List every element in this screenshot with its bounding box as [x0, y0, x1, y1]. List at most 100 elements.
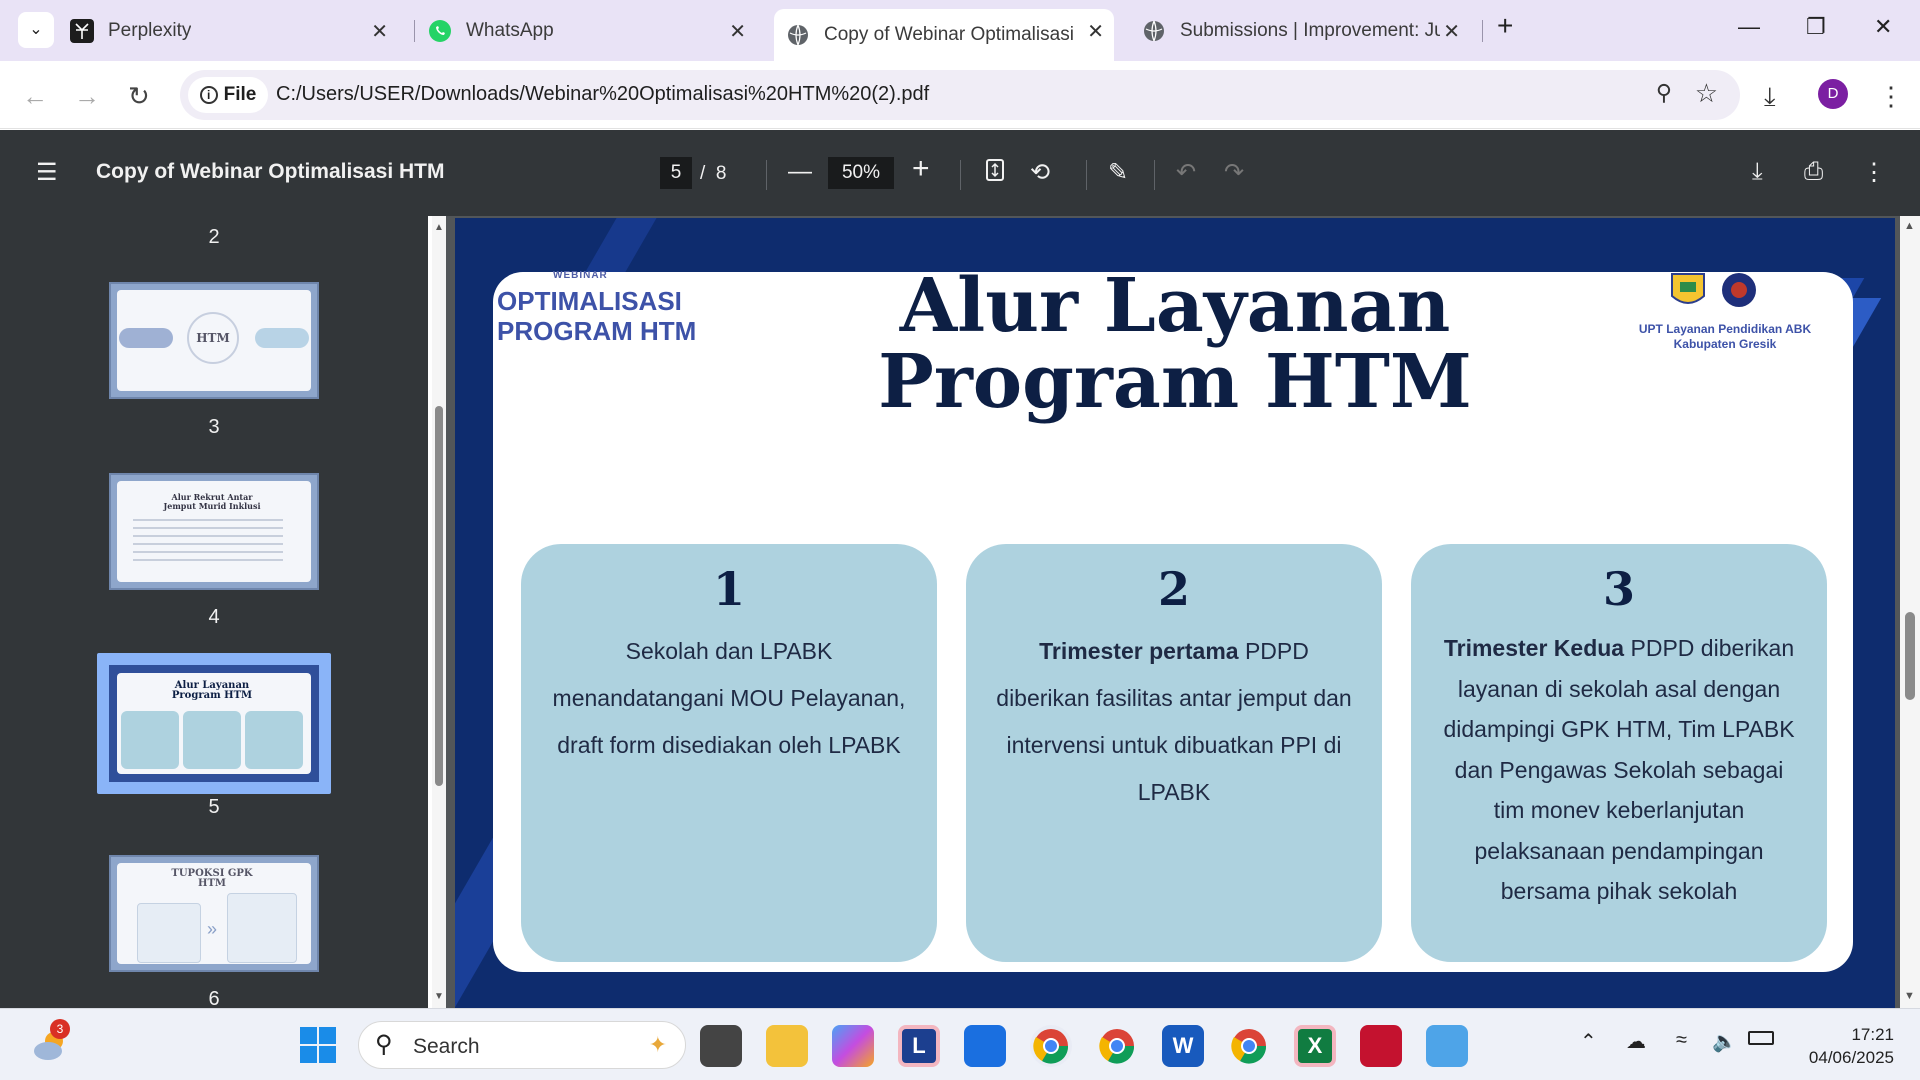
thumb-title: Alur Layanan Program HTM [171, 680, 253, 701]
thumbnail-page-5[interactable]: Alur Layanan Program HTM [109, 665, 319, 782]
tab-webinar-pdf[interactable]: Copy of Webinar Optimalisasi H ✕ [774, 9, 1114, 61]
close-tab-icon[interactable]: ✕ [1087, 19, 1104, 44]
tab-search-chevron-icon[interactable]: ⌄ [18, 12, 54, 48]
document-title: Copy of Webinar Optimalisasi HTM [96, 160, 445, 183]
tab-title: Submissions | Improvement: Jur [1180, 20, 1440, 41]
windows-start-icon[interactable] [300, 1027, 336, 1068]
new-tab-icon[interactable]: + [1497, 10, 1513, 42]
page-separator: / [700, 163, 706, 184]
thumbnail-page-number: 5 [208, 796, 220, 818]
thumbnail-page-4[interactable]: Alur Rekrut Antar Jemput Murid Inklusi [109, 473, 319, 590]
step-number: 1 [712, 562, 745, 616]
word-icon[interactable]: W [1162, 1025, 1204, 1067]
thumb-title: HTM [187, 312, 239, 364]
thumbnail-page-number: 4 [208, 606, 220, 628]
close-window-icon[interactable]: ✕ [1874, 14, 1892, 40]
tab-strip: ⌄ Perplexity ✕ WhatsApp ✕ Copy of Webina… [0, 0, 1920, 61]
thumbnail-page-number: 6 [208, 988, 220, 1008]
tab-title: Copy of Webinar Optimalisasi H [824, 24, 1074, 45]
omnibox[interactable]: i File C:/Users/USER/Downloads/Webinar%2… [180, 70, 1740, 120]
close-tab-icon[interactable]: ✕ [729, 19, 746, 44]
tab-perplexity[interactable]: Perplexity ✕ [70, 9, 398, 53]
browser-menu-icon[interactable]: ⋮ [1878, 81, 1904, 112]
bookmark-star-icon[interactable]: ☆ [1695, 78, 1718, 109]
clock-date: 04/06/2025 [1808, 1048, 1894, 1067]
excel-icon[interactable]: X [1294, 1025, 1336, 1067]
rotate-icon[interactable]: ⟲ [1030, 158, 1050, 187]
back-icon[interactable]: ← [22, 81, 48, 112]
photos-icon[interactable] [1426, 1025, 1468, 1067]
viewer-scrollbar[interactable]: ▲ ▼ [1900, 216, 1920, 1008]
step-number: 3 [1602, 562, 1635, 616]
step-text: Trimester Kedua PDPD diberikan layanan d… [1437, 628, 1801, 912]
tab-title: WhatsApp [466, 20, 554, 41]
slide-page-5: WEBINAR OPTIMALISASI PROGRAM HTM UPT Lay… [455, 218, 1895, 1008]
pdf-more-icon[interactable]: ⋮ [1862, 158, 1886, 187]
zoom-out-icon[interactable]: — [788, 158, 812, 186]
weather-badge: 3 [50, 1019, 70, 1039]
step-bold-text: Trimester pertama [1039, 638, 1239, 664]
windows-taskbar: 3 ⚲ Search ✦ L W X ⌃ ☁ ≈ 🔈 17:21 04/06/2… [0, 1008, 1920, 1080]
globe-icon [1142, 19, 1166, 43]
reload-icon[interactable]: ↻ [128, 81, 150, 112]
tab-title: Perplexity [108, 20, 192, 41]
chrome-profile-2-icon[interactable] [1096, 1025, 1138, 1067]
undo-icon[interactable]: ↶ [1176, 158, 1196, 187]
redo-icon[interactable]: ↷ [1224, 158, 1244, 187]
onedrive-icon[interactable]: ☁ [1626, 1029, 1646, 1054]
thumb-title: TUPOKSI GPK HTM [171, 868, 253, 889]
minimize-icon[interactable]: — [1738, 14, 1760, 40]
thumbnail-page-6[interactable]: TUPOKSI GPK HTM » [109, 855, 319, 972]
total-pages: 8 [715, 163, 727, 184]
pdf-toolbar: ☰ Copy of Webinar Optimalisasi HTM 5 / 8… [0, 130, 1920, 216]
tab-whatsapp[interactable]: WhatsApp ✕ [428, 9, 756, 53]
taskbar-search[interactable]: ⚲ Search ✦ [358, 1021, 686, 1069]
thumbnail-page-3[interactable]: HTM [109, 282, 319, 399]
profile-avatar[interactable]: D [1818, 79, 1848, 109]
close-tab-icon[interactable]: ✕ [371, 19, 388, 44]
thumb-title: Alur Rekrut Antar Jemput Murid Inklusi [163, 492, 261, 511]
site-info-chip[interactable]: i File [188, 77, 268, 113]
volume-icon[interactable]: 🔈 [1712, 1029, 1737, 1054]
hamburger-menu-icon[interactable]: ☰ [36, 158, 58, 187]
url-text[interactable]: C:/Users/USER/Downloads/Webinar%20Optima… [276, 83, 929, 106]
annotate-pen-icon[interactable]: ✎ [1108, 158, 1128, 187]
zoom-level-input[interactable]: 50% [828, 157, 894, 189]
chrome-profile-d-icon[interactable] [1030, 1025, 1072, 1067]
pdf-download-icon[interactable]: ⤓ [1752, 158, 1763, 186]
fit-page-icon[interactable] [985, 158, 1005, 189]
step-text: Sekolah dan LPABK menandatangani MOU Pel… [547, 628, 911, 769]
step-body-text: PDPD diberikan layanan di sekolah asal d… [1443, 635, 1795, 904]
system-clock[interactable]: 17:21 04/06/2025 [1809, 1023, 1894, 1069]
zoom-in-icon[interactable]: + [912, 152, 930, 186]
wifi-icon[interactable]: ≈ [1676, 1029, 1687, 1052]
file-explorer-icon[interactable] [766, 1025, 808, 1067]
step-number: 2 [1157, 562, 1190, 616]
restore-icon[interactable]: ❐ [1806, 14, 1826, 40]
sidebar-scrollbar[interactable]: ▲ ▼ [432, 216, 446, 1008]
chrome-profile-3-icon[interactable] [1228, 1025, 1270, 1067]
globe-icon [786, 23, 810, 47]
show-hidden-icons-icon[interactable]: ⌃ [1580, 1029, 1597, 1054]
address-bar-row: ← → ↻ i File C:/Users/USER/Downloads/Web… [0, 61, 1920, 129]
thumbnail-page-number: 3 [208, 416, 220, 438]
print-icon[interactable]: ⎙ [1804, 158, 1823, 186]
tab-submissions[interactable]: Submissions | Improvement: Jur ✕ [1130, 9, 1470, 53]
app-l-icon[interactable]: L [898, 1025, 940, 1067]
weather-icon[interactable]: 3 [30, 1019, 70, 1063]
slide-title-line-2: Program HTM [878, 339, 1472, 425]
thumbnail-page-number: 2 [208, 226, 220, 248]
forward-icon[interactable]: → [74, 81, 100, 112]
download-icon[interactable]: ⤓ [1764, 81, 1776, 113]
mendeley-icon[interactable] [1360, 1025, 1402, 1067]
search-placeholder: Search [413, 1035, 480, 1058]
task-view-icon[interactable] [700, 1025, 742, 1067]
close-tab-icon[interactable]: ✕ [1443, 19, 1460, 44]
battery-icon[interactable] [1748, 1031, 1774, 1045]
microsoft-store-icon[interactable] [964, 1025, 1006, 1067]
copilot-icon[interactable] [832, 1025, 874, 1067]
step-bold-text: Trimester Kedua [1443, 635, 1625, 661]
zoom-icon[interactable]: ⚲ [1656, 80, 1672, 106]
page-number-input[interactable]: 5 [660, 157, 692, 189]
clock-time: 17:21 [1851, 1025, 1894, 1044]
